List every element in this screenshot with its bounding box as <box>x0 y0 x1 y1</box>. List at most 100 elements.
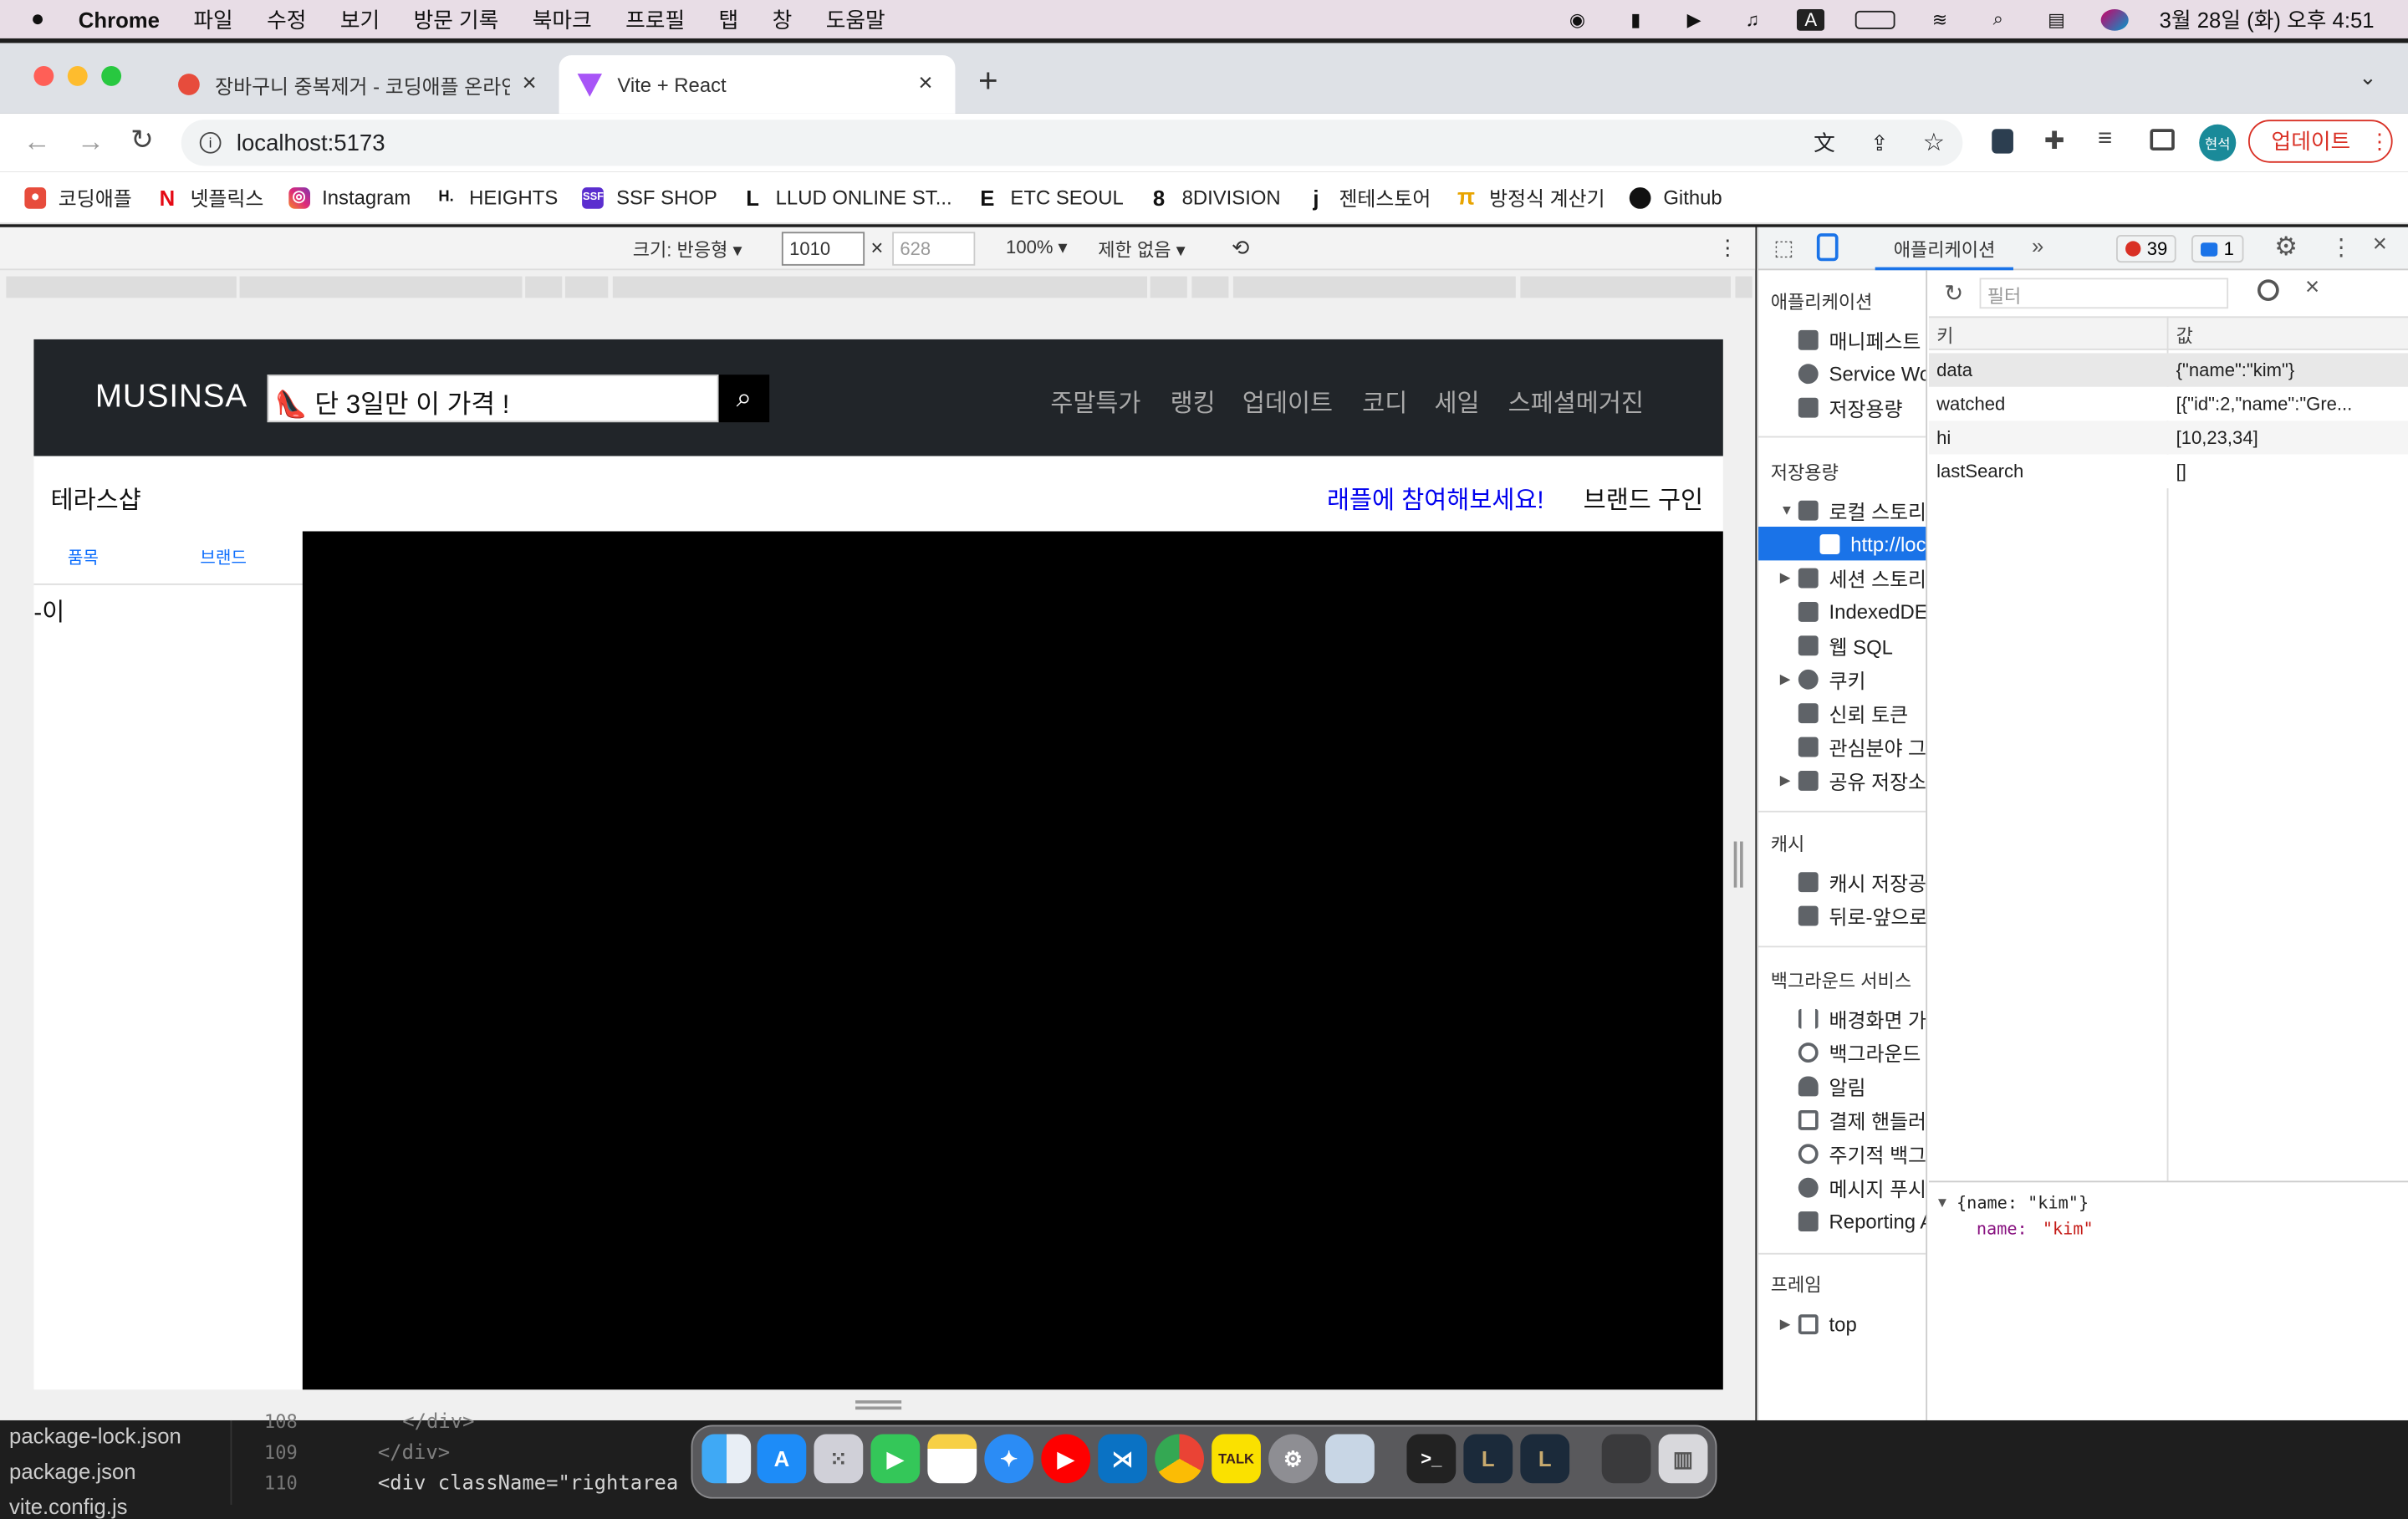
search-icon[interactable]: ⌕ <box>1984 8 2012 30</box>
trash-icon[interactable]: ▥ <box>1658 1434 1708 1484</box>
site-info-icon[interactable]: i <box>199 131 222 154</box>
bookmark-etc[interactable]: E ETC SEOUL <box>977 185 1124 210</box>
menu-help[interactable]: 도움말 <box>826 4 885 35</box>
devtools-active-tab[interactable]: 애플리케이션 <box>1875 227 2014 271</box>
delete-selected-icon[interactable]: × <box>2305 275 2319 303</box>
safari-icon[interactable]: ✦ <box>984 1434 1034 1484</box>
bookmark-heights[interactable]: H. HEIGHTS <box>435 186 558 209</box>
device-toggle-icon[interactable] <box>1816 233 1839 262</box>
filter-input[interactable]: 필터 <box>1979 278 2229 309</box>
expand-arrow-icon[interactable]: ▶ <box>1780 569 1791 586</box>
bookmark-codingapple[interactable]: ● 코딩애플 <box>24 183 132 212</box>
nav-local-storage[interactable]: 로컬 스토리 <box>1798 493 1926 527</box>
site-logo[interactable]: MUSINSA <box>95 380 247 416</box>
share-icon[interactable]: ⇪ <box>1870 130 1889 155</box>
tab-vite-react[interactable]: Vite + React × <box>559 55 956 114</box>
nav-special-magazine[interactable]: 스페셜메거진 <box>1508 382 1644 419</box>
launchpad-icon[interactable]: ⁙ <box>814 1434 864 1484</box>
forward-icon[interactable]: → <box>77 126 105 159</box>
zoom-select[interactable]: 100% ▾ <box>1006 237 1068 258</box>
play-icon[interactable]: ▶ <box>1681 8 1708 30</box>
nav-weekend-deal[interactable]: 주말특가 <box>1050 382 1140 419</box>
nav-background-fetch[interactable]: 배경화면 가 <box>1798 1002 1926 1035</box>
menu-view[interactable]: 보기 <box>340 4 380 35</box>
menu-bookmarks[interactable]: 북마크 <box>533 4 592 35</box>
menu-profile[interactable]: 프로필 <box>625 4 685 35</box>
brand-link[interactable]: 브랜드 구인 <box>1584 479 1703 516</box>
url-text[interactable]: localhost:5173 <box>237 130 385 155</box>
terminal-icon[interactable]: >_ <box>1406 1434 1457 1484</box>
back-icon[interactable]: ← <box>23 126 51 159</box>
battery-icon[interactable] <box>1854 9 1895 28</box>
bookmark-8division[interactable]: 8 8DIVISION <box>1148 185 1281 210</box>
table-row[interactable]: lastSearch [] <box>1928 454 2408 489</box>
file-item[interactable]: vite.config.js <box>9 1494 128 1518</box>
column-value[interactable]: 값 <box>2176 323 2193 349</box>
table-row[interactable]: data {"name":"kim"} <box>1928 353 2408 387</box>
nav-frame-top[interactable]: top <box>1798 1307 1857 1340</box>
nav-payment-handler[interactable]: 결제 핸들러 <box>1798 1103 1926 1136</box>
message-badge[interactable]: 1 <box>2191 235 2243 263</box>
bookmark-ssf[interactable]: SSF SSF SHOP <box>582 186 717 209</box>
refresh-icon[interactable]: ↻ <box>1944 279 1963 307</box>
minimize-window-icon[interactable] <box>67 65 88 86</box>
media-icon[interactable]: ≡ <box>2098 126 2112 154</box>
puzzle-icon[interactable]: ✚ <box>2044 126 2065 157</box>
nav-background-sync[interactable]: 백그라운드 <box>1798 1035 1921 1068</box>
throttle-select[interactable]: 제한 없음 ▾ <box>1098 237 1185 263</box>
notification-icon[interactable]: ◉ <box>1564 8 1591 30</box>
folder-icon[interactable] <box>1601 1434 1651 1484</box>
nav-local-storage-origin[interactable]: http://loc <box>1758 527 1926 561</box>
menu-edit[interactable]: 수정 <box>267 4 306 35</box>
sidebar-icon[interactable]: ▮ <box>1622 8 1650 30</box>
vscode-icon[interactable]: ⋊ <box>1098 1434 1148 1484</box>
side-panel-icon[interactable] <box>2150 129 2175 151</box>
more-options-icon[interactable]: ⋮ <box>1717 235 1738 261</box>
bookmark-star-icon[interactable]: ☆ <box>1923 127 1945 158</box>
nav-push-messaging[interactable]: 메시지 푸시 <box>1798 1170 1926 1204</box>
nav-cookies[interactable]: 쿠키 <box>1798 662 1865 696</box>
nav-interest-groups[interactable]: 관심분야 그 <box>1798 729 1926 762</box>
league-client-icon[interactable]: L <box>1520 1434 1570 1484</box>
headphones-icon[interactable]: ♫ <box>1738 8 1766 30</box>
table-row[interactable]: watched [{"id":2,"name":"Gre... <box>1928 386 2408 421</box>
omnibox[interactable]: i localhost:5173 文 ⇪ ☆ <box>181 120 1963 166</box>
close-devtools-icon[interactable]: × <box>2373 232 2387 259</box>
bookmark-netflix[interactable]: N 넷플릭스 <box>156 183 263 212</box>
close-tab-icon[interactable]: × <box>522 70 536 98</box>
nav-session-storage[interactable]: 세션 스토리 <box>1798 560 1926 594</box>
settings-gear-icon[interactable]: ⚙ <box>2274 232 2298 263</box>
inspect-icon[interactable]: ⬚ <box>1773 235 1793 261</box>
bookmark-github[interactable]: Github <box>1629 186 1722 209</box>
control-center-icon[interactable]: ▤ <box>2043 8 2070 30</box>
avatar[interactable]: 현석 <box>2199 124 2237 161</box>
file-item[interactable]: package-lock.json <box>9 1424 181 1448</box>
rotate-icon[interactable]: ⟲ <box>1232 235 1250 261</box>
kakaotalk-icon[interactable]: TALK <box>1212 1434 1261 1484</box>
device-height-input[interactable]: 628 <box>892 232 976 266</box>
reload-icon[interactable]: ↻ <box>130 125 154 157</box>
youtube-music-icon[interactable]: ▶ <box>1041 1434 1091 1484</box>
nav-reporting-api[interactable]: Reporting A <box>1798 1204 1926 1237</box>
extension-icon[interactable] <box>1992 129 2013 154</box>
wifi-icon[interactable]: ≋ <box>1926 8 1953 30</box>
nav-sale[interactable]: 세일 <box>1435 382 1480 419</box>
bookmark-jentestore[interactable]: j 젠테스토어 <box>1305 183 1431 212</box>
device-size-select[interactable]: 크기: 반응형 ▾ <box>633 237 742 263</box>
expand-arrow-icon[interactable]: ▶ <box>1780 671 1791 688</box>
bookmark-llud[interactable]: L LLUD ONLINE ST... <box>742 185 952 210</box>
maximize-window-icon[interactable] <box>101 65 122 86</box>
nav-back-forward-cache[interactable]: 뒤로-앞으로 <box>1798 898 1926 931</box>
file-item[interactable]: package.json <box>9 1459 136 1483</box>
search-button[interactable]: ⌕ <box>718 375 770 423</box>
tab-brand[interactable]: 브랜드 <box>200 544 247 568</box>
close-tab-icon[interactable]: × <box>918 70 932 98</box>
app-store-icon[interactable]: A <box>757 1434 807 1484</box>
nav-trust-tokens[interactable]: 신뢰 토큰 <box>1798 696 1908 729</box>
nav-notifications[interactable]: 알림 <box>1798 1068 1865 1102</box>
siri-icon[interactable] <box>2100 8 2129 30</box>
search-input[interactable]: 👠 단 3일만 이 가격 ! <box>267 375 719 423</box>
expand-arrow-icon[interactable]: ▼ <box>1780 502 1793 517</box>
league-icon[interactable]: L <box>1463 1434 1513 1484</box>
nav-cache-storage[interactable]: 캐시 저장공 <box>1798 864 1926 898</box>
